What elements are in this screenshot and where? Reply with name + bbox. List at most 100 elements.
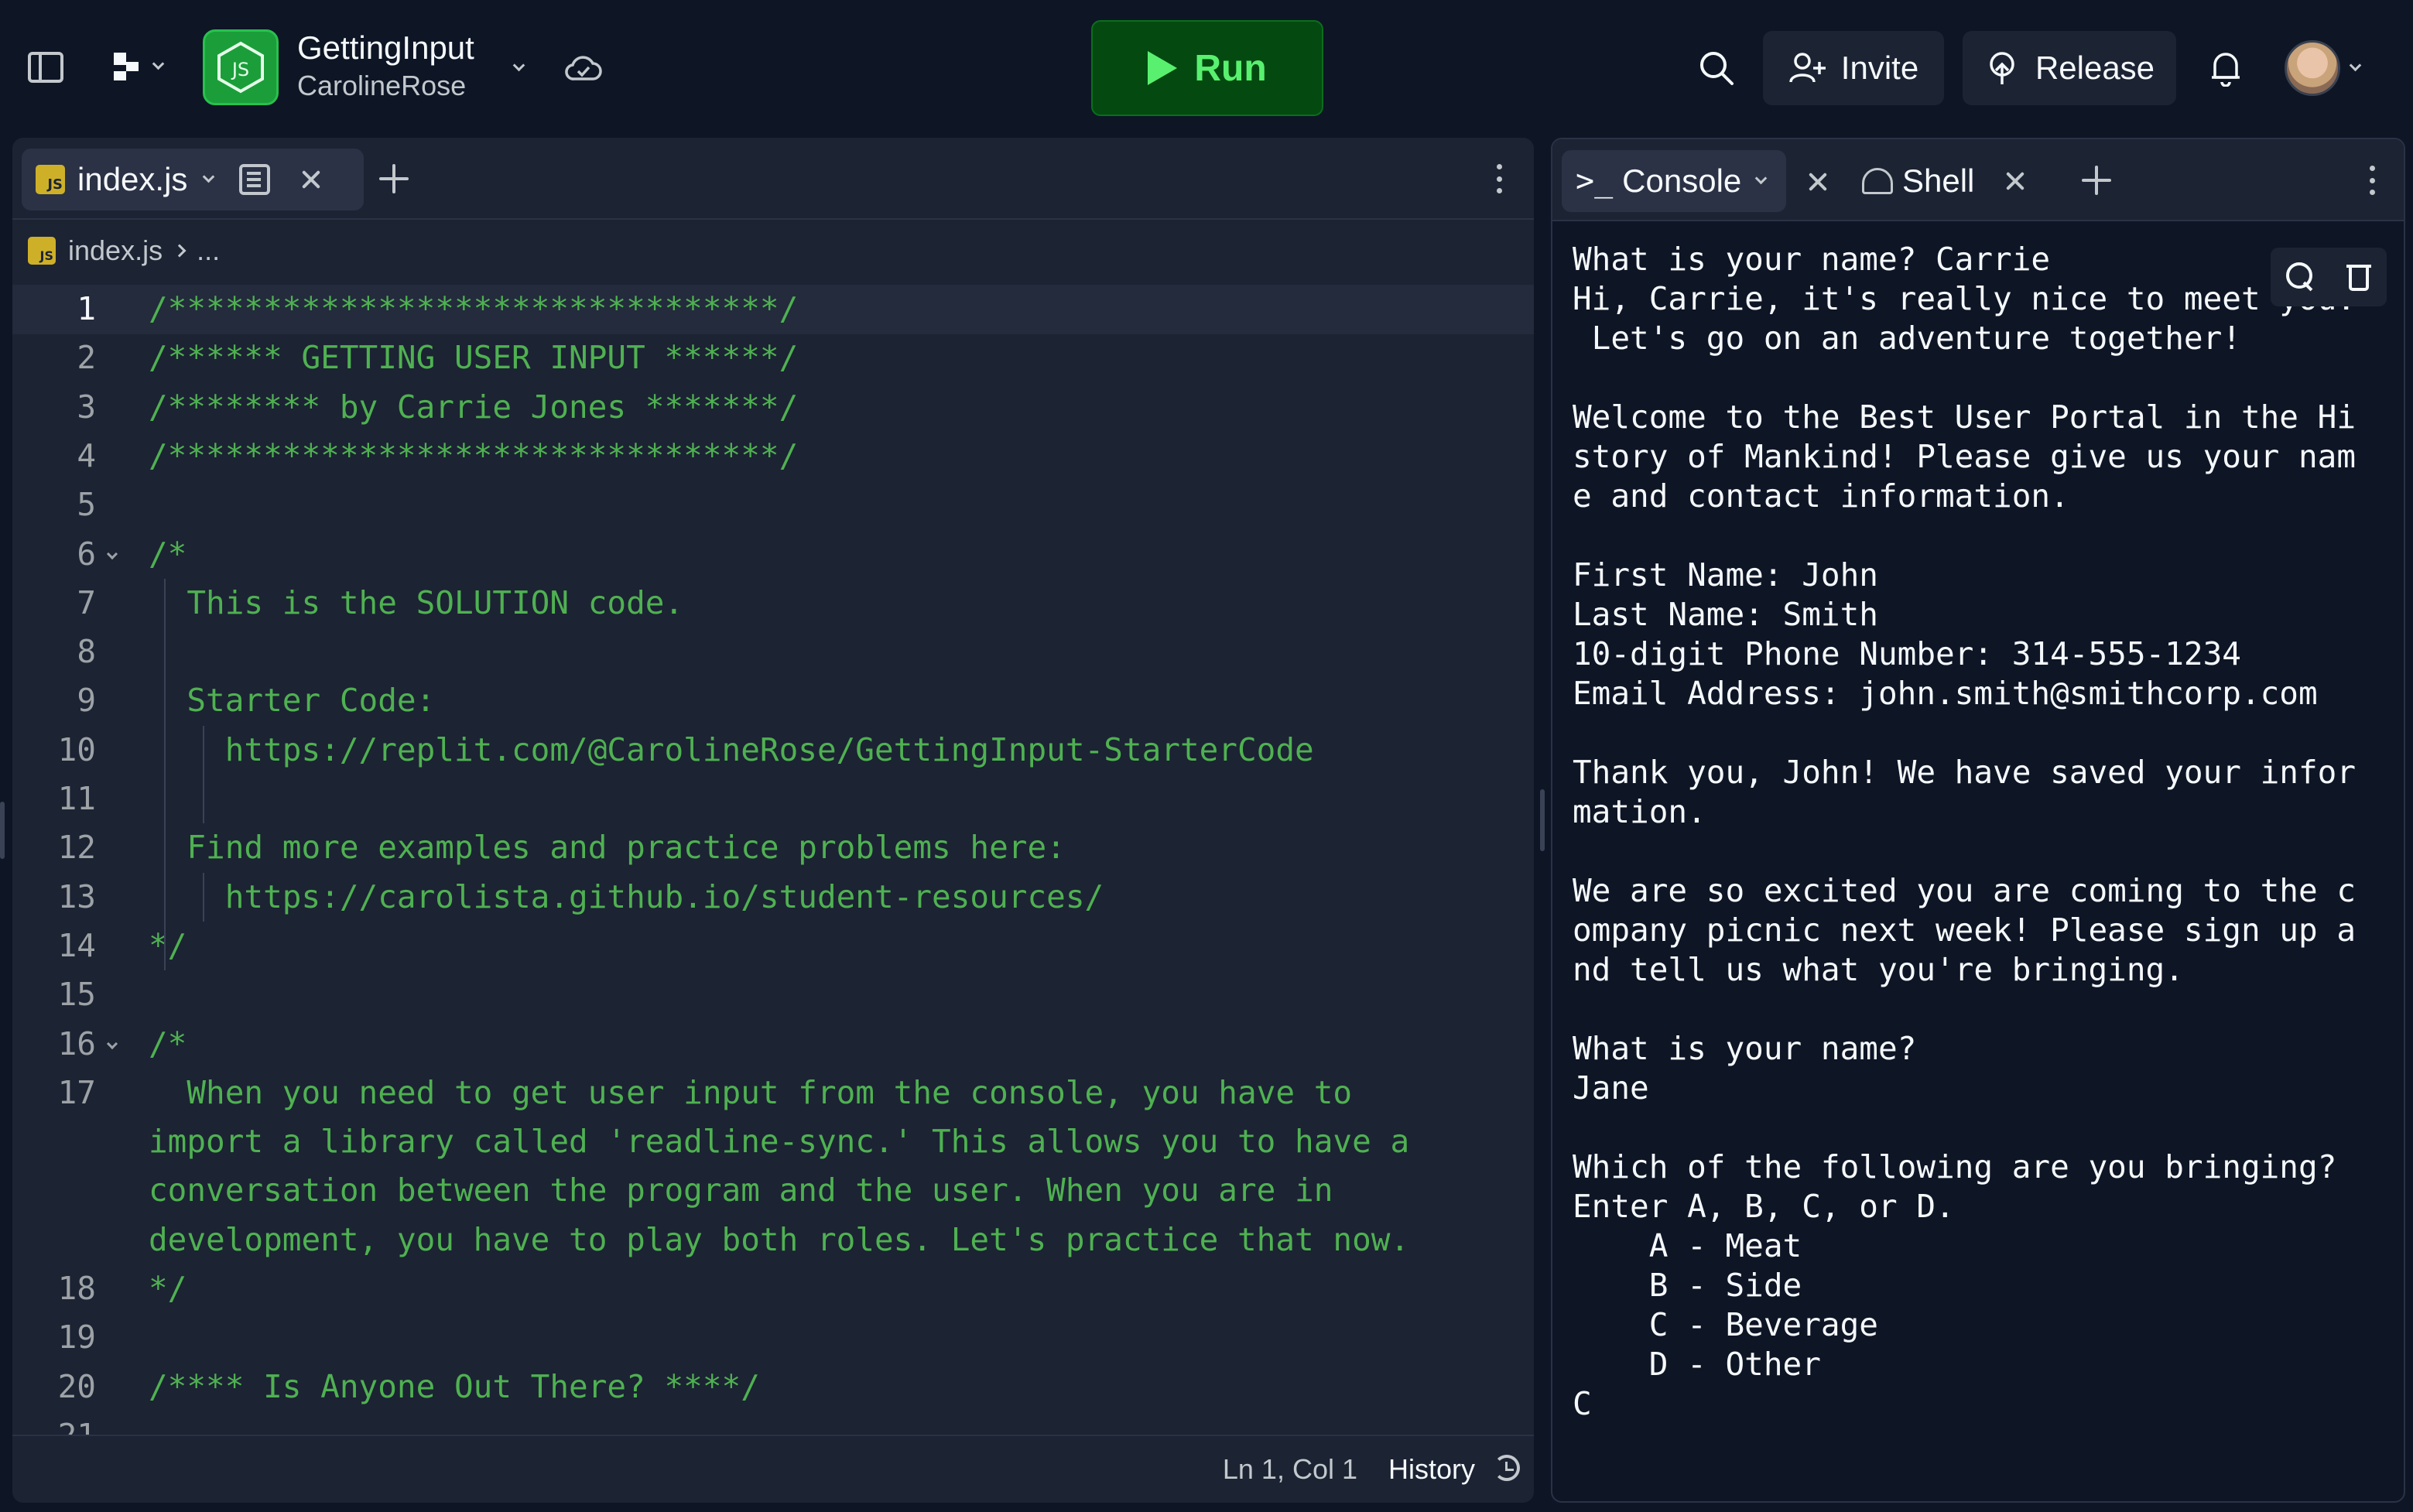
sidebar-toggle-icon[interactable] — [23, 45, 68, 90]
layout-menu-button[interactable] — [99, 43, 173, 90]
pane-resize-handle[interactable] — [1540, 789, 1545, 851]
tab-console[interactable]: >_ Console — [1562, 150, 1786, 212]
code-text: /****** GETTING USER INPUT ******/ — [149, 339, 799, 377]
code-editor[interactable]: 1 /********************************/ 2 /***… — [12, 285, 1534, 1503]
chevron-down-icon — [2349, 59, 2361, 71]
play-icon — [1148, 51, 1178, 85]
code-line[interactable]: 9 Starter Code: — [12, 676, 1534, 725]
code-line[interactable]: conversation between the program and the… — [12, 1166, 1534, 1215]
code-text: */ — [149, 926, 187, 964]
chevron-down-icon[interactable] — [203, 170, 215, 183]
invite-button[interactable]: Invite — [1763, 31, 1944, 105]
code-line[interactable]: 3 /******** by Carrie Jones *******/ — [12, 383, 1534, 432]
outline-icon[interactable] — [239, 164, 271, 195]
code-line[interactable]: import a library called 'readline-sync.'… — [12, 1117, 1534, 1166]
history-button[interactable]: History — [1388, 1453, 1475, 1486]
search-icon[interactable] — [1695, 46, 1738, 90]
line-number: 12 — [57, 829, 96, 867]
indent-guide — [203, 872, 204, 922]
terminal-prompt-icon: >_ — [1576, 163, 1614, 199]
avatar — [2284, 40, 2340, 96]
line-number: 5 — [77, 486, 96, 524]
code-line[interactable]: 17 When you need to get user input from … — [12, 1069, 1534, 1117]
line-number: 17 — [57, 1073, 96, 1111]
close-shell-tab-icon[interactable] — [2005, 171, 2025, 191]
chevron-down-icon[interactable] — [1755, 172, 1768, 184]
javascript-file-icon: JS — [28, 237, 56, 265]
code-text: development, you have to play both roles… — [149, 1220, 1410, 1258]
close-tab-icon[interactable] — [301, 169, 321, 190]
history-icon[interactable] — [1494, 1455, 1520, 1481]
repl-menu-chevron-icon[interactable] — [503, 53, 534, 84]
code-line[interactable]: 16 /* — [12, 1020, 1534, 1069]
code-text: Find more examples and practice problems… — [149, 829, 1066, 867]
code-text: /**** Is Anyone Out There? ****/ — [149, 1367, 760, 1405]
code-line[interactable]: 18 */ — [12, 1264, 1534, 1313]
fold-chevron-icon[interactable] — [106, 1038, 118, 1049]
nodejs-repl-icon[interactable]: JS — [203, 29, 279, 105]
account-menu[interactable] — [2275, 39, 2368, 97]
line-number: 10 — [57, 730, 96, 768]
editor-more-options-icon[interactable] — [1495, 164, 1503, 193]
code-line[interactable]: 12 Find more examples and practice probl… — [12, 823, 1534, 872]
indent-guide — [164, 578, 166, 971]
tab-shell[interactable]: Shell — [1862, 150, 2048, 212]
line-number: 6 — [77, 535, 96, 573]
new-tab-plus-icon[interactable] — [2082, 166, 2111, 195]
tab-label: index.js — [77, 161, 188, 197]
line-number: 3 — [77, 388, 96, 426]
line-number: 2 — [77, 339, 96, 377]
editor-tab-bar: JS index.js — [12, 138, 1534, 220]
console-output[interactable]: What is your name? Carrie Hi, Carrie, it… — [1573, 240, 2377, 1424]
code-line[interactable]: 2 /****** GETTING USER INPUT ******/ — [12, 334, 1534, 382]
shell-icon — [1862, 168, 1893, 194]
console-more-options-icon[interactable] — [2368, 166, 2376, 195]
code-text: /********************************/ — [149, 290, 799, 327]
layout-icon — [113, 53, 139, 80]
chevron-right-icon — [173, 244, 187, 258]
code-line[interactable]: 14 */ — [12, 922, 1534, 970]
cloud-sync-icon[interactable] — [563, 50, 604, 87]
trash-icon[interactable] — [2346, 262, 2371, 292]
search-icon[interactable] — [2286, 262, 2315, 292]
chevron-down-icon — [152, 57, 164, 70]
code-line[interactable]: 11 — [12, 775, 1534, 823]
code-line[interactable]: 6 /* — [12, 530, 1534, 579]
fold-chevron-icon[interactable] — [106, 548, 118, 559]
left-resize-handle[interactable] — [0, 802, 5, 859]
line-number: 14 — [57, 926, 96, 964]
tab-index-js[interactable]: JS index.js — [22, 149, 364, 210]
close-console-tab-icon[interactable] — [1808, 172, 1828, 192]
code-text: This is the SOLUTION code. — [149, 583, 684, 621]
code-line[interactable]: development, you have to play both roles… — [12, 1216, 1534, 1264]
code-line[interactable]: 8 — [12, 628, 1534, 676]
cursor-position[interactable]: Ln 1, Col 1 — [1223, 1453, 1357, 1486]
repl-name[interactable]: GettingInput — [297, 29, 474, 67]
breadcrumb-file[interactable]: index.js — [68, 234, 163, 267]
repl-owner[interactable]: CarolineRose — [297, 70, 466, 102]
code-line[interactable]: 13 https://carolista.github.io/student-r… — [12, 873, 1534, 922]
code-text: /********************************/ — [149, 436, 799, 474]
code-line[interactable]: 5 — [12, 481, 1534, 529]
code-line[interactable]: 20 /**** Is Anyone Out There? ****/ — [12, 1363, 1534, 1411]
run-label: Run — [1194, 47, 1267, 89]
code-line[interactable]: 15 — [12, 970, 1534, 1019]
line-number: 7 — [77, 583, 96, 621]
breadcrumb-symbols[interactable]: ... — [197, 234, 220, 267]
bell-icon[interactable] — [2203, 45, 2249, 91]
run-button[interactable]: Run — [1091, 20, 1323, 116]
code-text: /******** by Carrie Jones *******/ — [149, 388, 799, 426]
code-line[interactable]: 1 /********************************/ — [12, 285, 1534, 334]
indent-guide — [203, 725, 204, 824]
code-text: */ — [149, 1270, 187, 1307]
release-button[interactable]: Release — [1963, 31, 2176, 105]
code-text: import a library called 'readline-sync.'… — [149, 1123, 1410, 1161]
code-text: When you need to get user input from the… — [149, 1073, 1353, 1111]
new-tab-plus-icon[interactable] — [379, 164, 409, 193]
add-user-icon — [1789, 53, 1826, 83]
code-line[interactable]: 4 /********************************/ — [12, 432, 1534, 481]
code-line[interactable]: 10 https://replit.com/@CarolineRose/Gett… — [12, 726, 1534, 775]
code-line[interactable]: 7 This is the SOLUTION code. — [12, 579, 1534, 628]
line-number: 20 — [57, 1367, 96, 1405]
code-line[interactable]: 19 — [12, 1313, 1534, 1362]
